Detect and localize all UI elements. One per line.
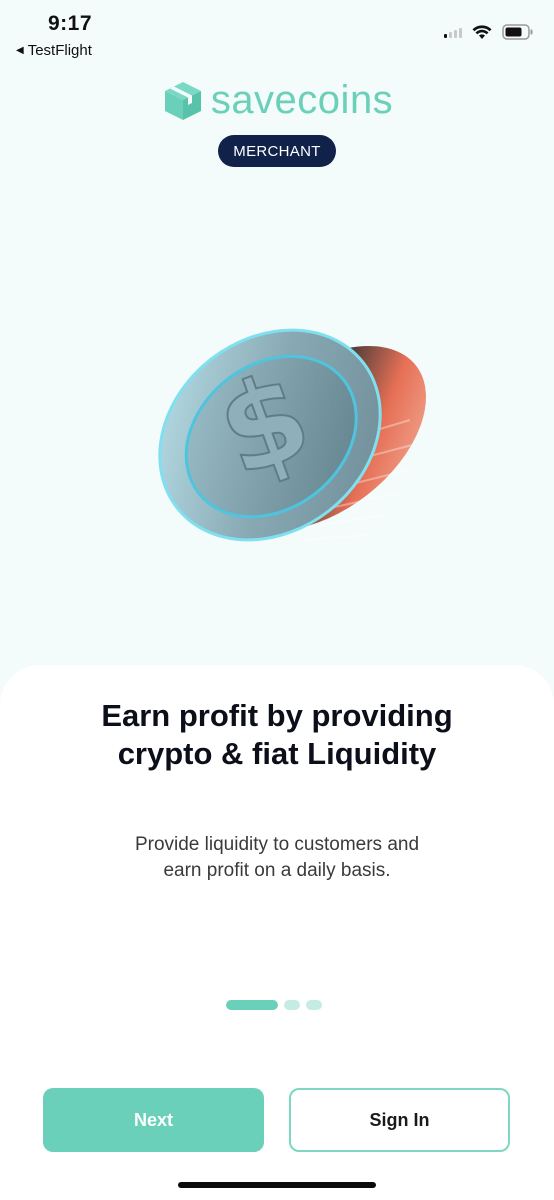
status-icons bbox=[444, 24, 534, 40]
onboarding-subtext: Provide liquidity to customers and earn … bbox=[0, 832, 554, 884]
brand-logo: savecoins bbox=[0, 78, 554, 123]
subtext-line-1: Provide liquidity to customers and bbox=[134, 834, 420, 855]
headline-line-2: crypto & fiat Liquidity bbox=[117, 736, 437, 771]
signal-icon bbox=[444, 26, 462, 38]
headline-line-1: Earn profit by providing bbox=[101, 698, 453, 733]
back-arrow-icon: ◀ bbox=[16, 45, 24, 56]
next-button[interactable]: Next bbox=[43, 1088, 264, 1152]
sign-in-button[interactable]: Sign In bbox=[289, 1088, 510, 1152]
logo-text: savecoins bbox=[210, 78, 394, 122]
onboarding-headline: Earn profit by providing crypto & fiat L… bbox=[0, 697, 554, 773]
page-indicator bbox=[226, 1000, 322, 1010]
home-indicator bbox=[178, 1182, 376, 1188]
page-dot-3[interactable] bbox=[306, 1000, 322, 1010]
page-dot-2[interactable] bbox=[284, 1000, 300, 1010]
status-bar: 9:17 ◀ TestFlight bbox=[0, 0, 554, 70]
battery-icon bbox=[502, 24, 533, 40]
savecoins-box-icon bbox=[164, 81, 201, 120]
coin-illustration: $ bbox=[158, 328, 426, 542]
status-time: 9:17 bbox=[48, 12, 93, 35]
subtext-line-2: earn profit on a daily basis. bbox=[163, 860, 391, 881]
page-dot-1[interactable] bbox=[226, 1000, 278, 1010]
back-app-label: TestFlight bbox=[27, 42, 92, 59]
merchant-badge: MERCHANT bbox=[218, 135, 336, 167]
back-to-testflight-link[interactable]: ◀ TestFlight bbox=[16, 42, 92, 59]
wifi-icon bbox=[472, 24, 492, 39]
